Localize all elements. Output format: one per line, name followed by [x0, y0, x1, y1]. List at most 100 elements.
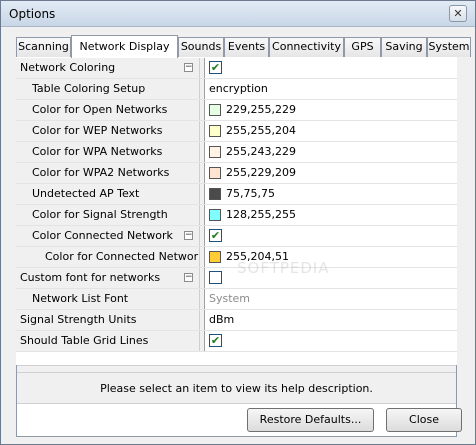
property-label-cell[interactable]: Color for WPA2 Networks — [16, 163, 200, 183]
property-label-cell[interactable]: Custom font for networks − — [16, 268, 200, 288]
property-value-cell[interactable]: 255,255,204 — [206, 121, 457, 141]
close-button[interactable]: Close — [386, 408, 462, 432]
property-label-cell[interactable]: Color for WEP Networks — [16, 121, 200, 141]
property-value-cell[interactable] — [206, 268, 457, 288]
grid-row-color-connected-network[interactable]: Color Connected Network − ✔ — [16, 226, 457, 247]
property-label: Color for Open Networks — [32, 103, 168, 116]
tab-sounds[interactable]: Sounds — [178, 37, 224, 57]
property-value-cell[interactable]: dBm — [206, 310, 457, 330]
property-value-cell[interactable]: 255,229,209 — [206, 163, 457, 183]
grid-row-color-for-connected-network[interactable]: Color for Connected Network 255,204,51 — [16, 247, 457, 268]
property-value-cell[interactable]: ✔ — [206, 331, 457, 351]
help-description: Please select an item to view its help d… — [17, 373, 456, 404]
property-label: Undetected AP Text — [32, 187, 140, 200]
grid-row-color-for-wpa2-networks[interactable]: Color for WPA2 Networks 255,229,209 — [16, 163, 457, 184]
property-label: Color for Signal Strength — [32, 208, 168, 221]
cell-separator — [200, 331, 205, 351]
grid-row-color-for-wpa-networks[interactable]: Color for WPA Networks 255,243,229 — [16, 142, 457, 163]
property-checkbox[interactable]: ✔ — [209, 334, 222, 347]
property-value-cell[interactable]: 128,255,255 — [206, 205, 457, 225]
property-label: Color for WPA2 Networks — [32, 166, 170, 179]
tab-gps[interactable]: GPS — [344, 37, 381, 57]
property-label: Should Table Grid Lines — [20, 334, 149, 347]
property-label: Color for Connected Network — [45, 250, 200, 263]
property-value-cell[interactable]: ✔ — [206, 226, 457, 246]
property-label-cell[interactable]: Color for Open Networks — [16, 100, 200, 120]
property-value: dBm — [209, 313, 235, 326]
grid-row-custom-font-for-networks[interactable]: Custom font for networks − — [16, 268, 457, 289]
cell-separator — [200, 268, 205, 288]
property-value: 255,243,229 — [226, 145, 296, 158]
tab-events[interactable]: Events — [224, 37, 269, 57]
property-value: 229,255,229 — [226, 103, 296, 116]
property-value: 255,229,209 — [226, 166, 296, 179]
property-value-cell[interactable]: 255,243,229 — [206, 142, 457, 162]
grid-row-color-for-signal-strength[interactable]: Color for Signal Strength 128,255,255 — [16, 205, 457, 226]
property-label-cell[interactable]: Color for Signal Strength — [16, 205, 200, 225]
color-swatch[interactable] — [209, 104, 221, 116]
property-label: Network Coloring — [20, 61, 116, 74]
grid-row-network-list-font[interactable]: Network List Font System — [16, 289, 457, 310]
property-label-cell[interactable]: Signal Strength Units — [16, 310, 200, 330]
collapse-icon[interactable]: − — [184, 63, 193, 72]
property-label-cell[interactable]: Color Connected Network − — [16, 226, 200, 246]
color-swatch[interactable] — [209, 251, 221, 263]
property-label-cell[interactable]: Network Coloring − — [16, 58, 200, 78]
close-window-button[interactable]: ✕ — [449, 5, 467, 22]
cell-separator — [200, 310, 205, 330]
tab-scanning[interactable]: Scanning — [16, 37, 71, 57]
grid-row-should-table-grid-lines[interactable]: Should Table Grid Lines ✔ — [16, 331, 457, 352]
color-swatch[interactable] — [209, 125, 221, 137]
close-icon: ✕ — [453, 7, 463, 20]
property-value-cell[interactable]: ✔ — [206, 58, 457, 78]
property-label-cell[interactable]: Should Table Grid Lines — [16, 331, 200, 351]
property-label: Color for WPA Networks — [32, 145, 163, 158]
property-label-cell[interactable]: Table Coloring Setup — [16, 79, 200, 99]
tab-connectivity[interactable]: Connectivity — [269, 37, 344, 57]
title-bar: Options ✕ — [1, 1, 475, 27]
grid-row-network-coloring[interactable]: Network Coloring − ✔ — [16, 58, 457, 79]
property-checkbox[interactable]: ✔ — [209, 61, 222, 74]
help-divider — [17, 365, 456, 373]
collapse-icon[interactable]: − — [184, 273, 193, 282]
cell-separator — [200, 163, 205, 183]
property-label-cell[interactable]: Undetected AP Text — [16, 184, 200, 204]
property-value-cell[interactable]: System — [206, 289, 457, 309]
tab-system[interactable]: System — [427, 37, 471, 57]
property-value: 255,204,51 — [226, 250, 289, 263]
color-swatch[interactable] — [209, 167, 221, 179]
cell-separator — [200, 100, 205, 120]
grid-row-color-for-open-networks[interactable]: Color for Open Networks 229,255,229 — [16, 100, 457, 121]
property-value-cell[interactable]: 255,204,51 — [206, 247, 457, 267]
color-swatch[interactable] — [209, 209, 221, 221]
property-value: 128,255,255 — [226, 208, 296, 221]
property-label-cell[interactable]: Color for WPA Networks — [16, 142, 200, 162]
window-title: Options — [9, 7, 56, 21]
cell-separator — [200, 247, 205, 267]
grid-row-undetected-ap-text[interactable]: Undetected AP Text 75,75,75 — [16, 184, 457, 205]
cell-separator — [200, 226, 205, 246]
property-value: 255,255,204 — [226, 124, 296, 137]
property-label-cell[interactable]: Network List Font — [16, 289, 200, 309]
property-label: Custom font for networks — [20, 271, 161, 284]
color-swatch[interactable] — [209, 188, 221, 200]
property-value-cell[interactable]: encryption — [206, 79, 457, 99]
grid-row-color-for-wep-networks[interactable]: Color for WEP Networks 255,255,204 — [16, 121, 457, 142]
tab-saving[interactable]: Saving — [381, 37, 427, 57]
property-value: System — [209, 292, 251, 305]
color-swatch[interactable] — [209, 146, 221, 158]
grid-row-table-coloring-setup[interactable]: Table Coloring Setup encryption — [16, 79, 457, 100]
property-checkbox[interactable]: ✔ — [209, 229, 222, 242]
property-label: Color Connected Network — [32, 229, 173, 242]
property-value-cell[interactable]: 229,255,229 — [206, 100, 457, 120]
property-checkbox[interactable] — [209, 271, 222, 284]
property-value-cell[interactable]: 75,75,75 — [206, 184, 457, 204]
grid-row-signal-strength-units[interactable]: Signal Strength Units dBm — [16, 310, 457, 331]
property-value: encryption — [209, 82, 268, 95]
property-value: 75,75,75 — [226, 187, 275, 200]
tab-strip: Scanning Network Display Sounds Events C… — [16, 35, 471, 58]
property-label-cell[interactable]: Color for Connected Network — [16, 247, 200, 267]
restore-defaults-button[interactable]: Restore Defaults... — [247, 408, 374, 432]
collapse-icon[interactable]: − — [184, 231, 193, 240]
tab-network-display[interactable]: Network Display — [71, 35, 178, 58]
